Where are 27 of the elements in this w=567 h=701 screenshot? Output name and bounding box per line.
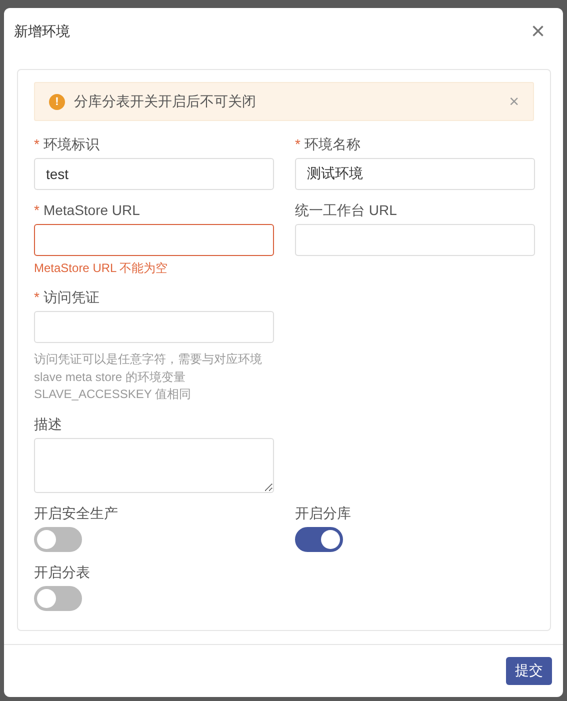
required-mark: * xyxy=(295,135,300,154)
field-label: MetaStore URL xyxy=(43,201,140,220)
input-field[interactable] xyxy=(34,224,274,256)
warning-icon: ! xyxy=(49,94,65,110)
field-label: 环境名称 xyxy=(304,135,360,154)
field-label: 访问凭证 xyxy=(43,288,100,307)
field-label: 统一工作台 URL xyxy=(295,201,397,220)
input-field[interactable]: test xyxy=(34,158,274,190)
toggle-switch[interactable] xyxy=(34,526,82,552)
close-button[interactable]: × xyxy=(526,20,549,44)
description-field[interactable] xyxy=(34,438,274,492)
required-mark: * xyxy=(34,201,40,220)
toggle-switch[interactable] xyxy=(295,526,343,552)
submit-button[interactable]: 提交 xyxy=(506,657,552,685)
field-label: 描述 xyxy=(34,414,62,434)
field-label: 开启分表 xyxy=(34,562,90,582)
field-label: 环境标识 xyxy=(43,135,100,154)
error-message: MetaStore URL 不能为空 xyxy=(34,260,169,277)
help-text: 访问凭证可以是任意字符，需要与对应环境 slave meta store 的环境变量 SLAVE_ACCESSKEY 值相同 xyxy=(34,351,263,403)
field-label: 开启安全生产 xyxy=(34,504,118,522)
toggle-switch[interactable] xyxy=(34,586,82,610)
required-mark: * xyxy=(34,288,40,307)
alert-message: 分库分表开关开启后不可关闭 xyxy=(74,92,257,110)
required-mark: * xyxy=(34,135,40,154)
dialog-title: 新增环境 xyxy=(14,23,70,41)
field-label: 开启分库 xyxy=(295,504,351,522)
input-field[interactable]: 测试环境 xyxy=(295,158,535,190)
